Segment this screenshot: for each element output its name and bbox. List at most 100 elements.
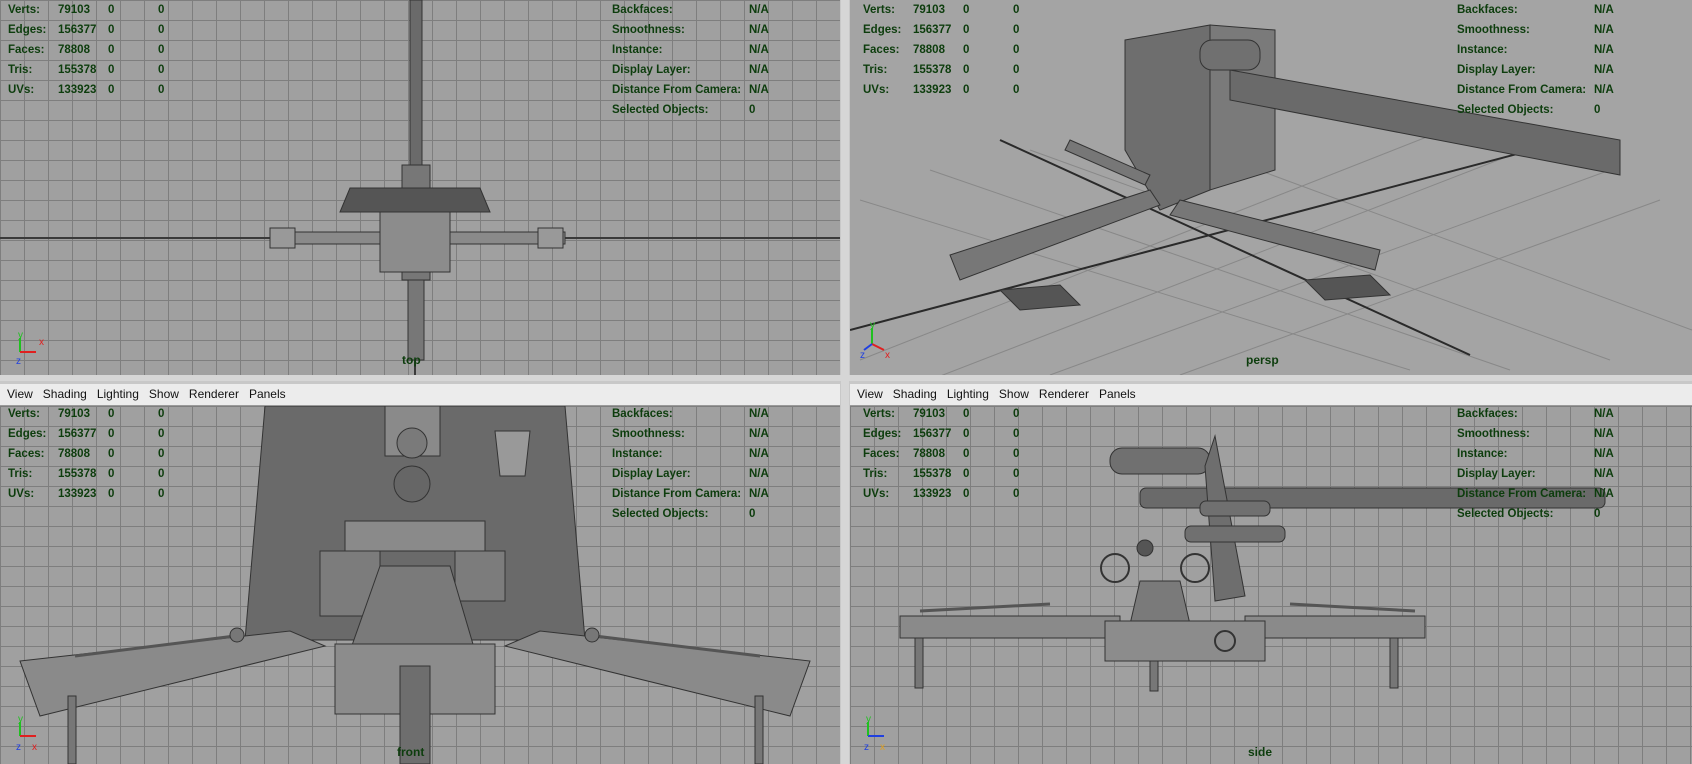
hud-row-smoothness: Smoothness: N/A: [612, 424, 769, 444]
hud-key: Instance:: [612, 448, 663, 460]
hud-row-backfaces: Backfaces: N/A: [612, 404, 769, 424]
viewport-front[interactable]: View Shading Lighting Show Renderer Pane…: [0, 384, 840, 764]
hud-row-uvs: UVs: 133923 0 0: [8, 80, 164, 100]
hud-value: 0: [1013, 428, 1020, 440]
hud-value: 0: [963, 84, 970, 96]
hud-row-distance: Distance From Camera: N/A: [1457, 80, 1614, 100]
hud-value: 0: [158, 488, 165, 500]
hud-key: Distance From Camera:: [1457, 488, 1587, 500]
menu-panels[interactable]: Panels: [244, 384, 291, 405]
hud-row-verts: Verts: 79103 0 0: [863, 404, 1019, 424]
hud-key: Verts:: [863, 4, 895, 16]
hud-value: 0: [1013, 448, 1020, 460]
axis-label-y: y: [18, 330, 23, 341]
hud-row-verts: Verts: 79103 0 0: [863, 0, 1019, 20]
axis-label-x: x: [880, 742, 885, 753]
hud-key: Selected Objects:: [612, 508, 709, 520]
hud-row-tris: Tris: 155378 0 0: [863, 60, 1019, 80]
hud-key: UVs:: [863, 84, 890, 96]
hud-key: Backfaces:: [612, 408, 673, 420]
menu-shading[interactable]: Shading: [38, 384, 92, 405]
hud-value: 0: [1013, 44, 1020, 56]
hud-value: 0: [158, 4, 165, 16]
hud-row-faces: Faces: 78808 0 0: [863, 40, 1019, 60]
hud-value: 0: [108, 488, 115, 500]
hud-key: Instance:: [1457, 448, 1508, 460]
hud-key: Edges:: [8, 24, 47, 36]
hud-row-display-layer: Display Layer: N/A: [612, 464, 769, 484]
hud-row-tris: Tris: 155378 0 0: [8, 464, 164, 484]
viewport-top[interactable]: Verts: 79103 0 0 Edges: 156377 0 0 Faces: 78808…: [0, 0, 840, 375]
hud-value: 0: [963, 448, 970, 460]
hud-key: Verts:: [863, 408, 895, 420]
hud-key: UVs:: [863, 488, 890, 500]
hud-key: Distance From Camera:: [612, 84, 742, 96]
axis-label-z: z: [16, 356, 21, 367]
hud-row-display-layer: Display Layer: N/A: [612, 60, 769, 80]
hud-row-backfaces: Backfaces: N/A: [1457, 0, 1614, 20]
hud-row-faces: Faces: 78808 0 0: [863, 444, 1019, 464]
menu-renderer[interactable]: Renderer: [1034, 384, 1094, 405]
hud-key: Faces:: [863, 448, 900, 460]
hud-value: 0: [158, 24, 165, 36]
hud-value: 0: [1013, 64, 1020, 76]
hud-value: 0: [963, 488, 970, 500]
menu-show[interactable]: Show: [144, 384, 184, 405]
menu-view[interactable]: View: [2, 384, 38, 405]
hud-row-smoothness: Smoothness: N/A: [1457, 424, 1614, 444]
hud-value: 0: [158, 448, 165, 460]
menu-renderer[interactable]: Renderer: [184, 384, 244, 405]
hud-row-smoothness: Smoothness: N/A: [612, 20, 769, 40]
camera-label: top: [402, 353, 421, 367]
hud-value: 0: [1013, 488, 1020, 500]
hud-value: N/A: [1594, 428, 1614, 440]
hud-key: Edges:: [863, 24, 902, 36]
hud-row-selected: Selected Objects: 0: [1457, 504, 1614, 524]
hud-row-verts: Verts: 79103 0 0: [8, 0, 164, 20]
axis-gizmo-icon: y z x: [864, 714, 885, 753]
hud-row-edges: Edges: 156377 0 0: [863, 20, 1019, 40]
menu-lighting[interactable]: Lighting: [92, 384, 144, 405]
hud-poly-count: Verts: 79103 0 0 Edges: 156377 0 0 Faces: 78808…: [863, 404, 1019, 504]
viewport-divider-vertical[interactable]: [841, 0, 849, 764]
hud-key: Tris:: [863, 468, 888, 480]
hud-row-faces: Faces: 78808 0 0: [8, 444, 164, 464]
menu-lighting[interactable]: Lighting: [942, 384, 994, 405]
hud-value: 0: [1013, 4, 1020, 16]
hud-row-edges: Edges: 156377 0 0: [8, 20, 164, 40]
viewport-divider-horizontal[interactable]: [0, 375, 1692, 381]
hud-row-selected: Selected Objects: 0: [612, 504, 769, 524]
hud-value: 0: [158, 84, 165, 96]
axis-gizmo-icon: y x z: [16, 330, 44, 367]
hud-value: 0: [1013, 408, 1020, 420]
hud-row-uvs: UVs: 133923 0 0: [863, 484, 1019, 504]
viewport-persp[interactable]: Verts: 79103 0 0 Edges: 156377 0 0 Faces: 78808…: [850, 0, 1692, 375]
menu-show[interactable]: Show: [994, 384, 1034, 405]
menu-view[interactable]: View: [852, 384, 888, 405]
menu-shading[interactable]: Shading: [888, 384, 942, 405]
menu-panels[interactable]: Panels: [1094, 384, 1141, 405]
hud-value: 155378: [913, 64, 952, 76]
axis-label-y: y: [866, 714, 871, 725]
viewport-side[interactable]: View Shading Lighting Show Renderer Pane…: [850, 384, 1692, 764]
hud-value: 78808: [58, 448, 90, 460]
hud-row-smoothness: Smoothness: N/A: [1457, 20, 1614, 40]
hud-row-tris: Tris: 155378 0 0: [8, 60, 164, 80]
hud-row-instance: Instance: N/A: [1457, 444, 1614, 464]
hud-value: N/A: [749, 408, 769, 420]
hud-poly-count: Verts: 79103 0 0 Edges: 156377 0 0 Faces: 78808…: [8, 404, 164, 504]
hud-value: 0: [749, 508, 756, 520]
hud-row-instance: Instance: N/A: [612, 40, 769, 60]
hud-row-distance: Distance From Camera: N/A: [612, 80, 769, 100]
hud-value: 79103: [913, 408, 945, 420]
hud-value: N/A: [1594, 4, 1614, 16]
hud-object-details: Backfaces: N/A Smoothness: N/A Instance: N/…: [612, 0, 769, 120]
hud-key: Distance From Camera:: [612, 488, 742, 500]
hud-value: 79103: [58, 4, 90, 16]
hud-key: Verts:: [8, 408, 40, 420]
hud-value: 0: [963, 4, 970, 16]
hud-value: 0: [1013, 84, 1020, 96]
hud-key: Backfaces:: [612, 4, 673, 16]
hud-value: 78808: [913, 44, 945, 56]
hud-value: 0: [108, 44, 115, 56]
